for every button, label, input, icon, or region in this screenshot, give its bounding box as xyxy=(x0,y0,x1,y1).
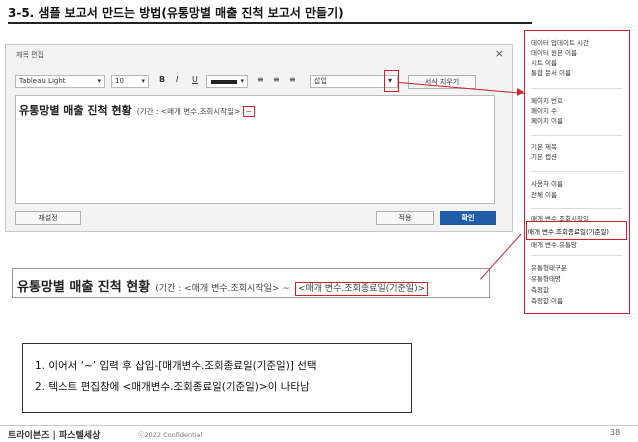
editor-content: 유통망별 매출 진척 현황 (기간 : <매개 변수.조회시작일> ~ xyxy=(19,99,255,118)
menu-item-default-caption[interactable]: 기본 캡션 xyxy=(531,151,557,161)
insert-label: 삽입 xyxy=(314,77,327,85)
align-left-icon[interactable]: ≡ xyxy=(257,75,264,84)
note-step-1: 1. 이어서 ‘~’ 입력 후 삽입-[매개변수.조회종료일(기준일)] 선택 xyxy=(35,360,317,372)
font-size-select[interactable]: 10 ▾ xyxy=(111,75,149,88)
title-editor[interactable]: 유통망별 매출 진척 현황 (기간 : <매개 변수.조회시작일> ~ xyxy=(15,95,495,204)
insert-menu: 데이터 업데이트 시간 데이터 원본 이름 시트 이름 통합 문서 이름 페이지… xyxy=(524,30,630,314)
chevron-down-icon[interactable]: ▾ xyxy=(388,76,392,85)
note-step-2: 2. 텍스트 편집창에 <매개변수.조회종료일(기준일)>이 나타남 xyxy=(35,381,310,393)
menu-item-user-name[interactable]: 사용자 이름 xyxy=(531,178,563,188)
preview-period-text: (기간 : <매개 변수.조회시작일> ~ xyxy=(155,284,290,294)
underline-button[interactable]: U xyxy=(192,75,198,84)
connector-line xyxy=(480,233,522,280)
menu-item-data-update-time[interactable]: 데이터 업데이트 시간 xyxy=(531,37,589,47)
result-title-preview: 유통망별 매출 진척 현황 (기간 : <매개 변수.조회시작일> ~ <매개 … xyxy=(12,268,490,298)
menu-item-measure-values[interactable]: 측정값 xyxy=(531,284,549,294)
title-divider xyxy=(8,22,532,24)
font-color-swatch xyxy=(211,80,237,84)
menu-item-workbook-name[interactable]: 통합 문서 이름 xyxy=(531,67,571,77)
menu-divider xyxy=(531,135,623,136)
preview-content: 유통망별 매출 진척 현황 (기간 : <매개 변수.조회시작일> ~ <매개 … xyxy=(17,276,429,296)
close-icon[interactable]: × xyxy=(495,47,504,60)
footer-divider xyxy=(0,425,638,426)
menu-divider xyxy=(531,208,623,209)
slide-title: 3-5. 샘플 보고서 만드는 방법(유통망별 매출 진척 보고서 만들기) xyxy=(8,6,344,20)
menu-item-default-title[interactable]: 기본 제목 xyxy=(531,141,557,151)
editor-period-text: (기간 : <매개 변수.조회시작일> xyxy=(136,107,243,116)
italic-button[interactable]: I xyxy=(176,75,178,84)
arrow-head-icon xyxy=(517,88,524,96)
menu-item-param-channel[interactable]: 매개 변수.유통망 xyxy=(531,239,577,249)
menu-item-channel-type-name[interactable]: 유통형태명 xyxy=(531,273,561,283)
edit-title-dialog: 제목 편집 × Tableau Light ▾ 10 ▾ B I U ▾ ≡ ≡… xyxy=(5,44,513,232)
font-family-select[interactable]: Tableau Light ▾ xyxy=(15,75,105,88)
menu-item-page-count[interactable]: 페이지 수 xyxy=(531,105,557,115)
reset-button[interactable]: 재설정 xyxy=(15,211,81,225)
copyright-text: ⓒ2022 Confidential xyxy=(138,431,203,439)
ok-button[interactable]: 확인 xyxy=(440,211,496,225)
tilde-highlight: ~ xyxy=(242,106,255,117)
dialog-title: 제목 편집 xyxy=(16,51,44,59)
brand-logo: 트라이븐즈 | 파스텔세상 xyxy=(8,431,101,441)
font-family-value: Tableau Light xyxy=(19,77,66,85)
chevron-down-icon: ▾ xyxy=(97,77,101,85)
editor-main-text: 유통망별 매출 진척 현황 xyxy=(19,104,132,117)
chevron-down-icon: ▾ xyxy=(141,77,145,85)
preview-end-date-highlight: <매개 변수.조회종료일(기준일)> xyxy=(294,282,429,296)
apply-button[interactable]: 적용 xyxy=(376,211,434,225)
menu-item-channel-type[interactable]: 유통형태구분 xyxy=(531,262,567,272)
align-center-icon[interactable]: ≡ xyxy=(273,75,280,84)
chevron-down-icon: ▾ xyxy=(240,77,244,85)
menu-item-data-source-name[interactable]: 데이터 원본 이름 xyxy=(531,47,577,57)
menu-item-measure-names[interactable]: 측정값 이름 xyxy=(531,295,563,305)
menu-divider xyxy=(531,255,623,256)
bold-button[interactable]: B xyxy=(159,75,165,84)
menu-divider xyxy=(531,88,623,89)
insert-dropdown-highlight: ▾ xyxy=(384,70,399,92)
menu-item-sheet-name[interactable]: 시트 이름 xyxy=(531,57,557,67)
preview-main-text: 유통망별 매출 진척 현황 xyxy=(17,280,151,295)
menu-item-page-name[interactable]: 페이지 이름 xyxy=(531,115,563,125)
font-color-select[interactable]: ▾ xyxy=(206,75,248,88)
menu-item-page-number[interactable]: 페이지 번호 xyxy=(531,95,563,105)
align-right-icon[interactable]: ≡ xyxy=(289,75,296,84)
page-number: 38 xyxy=(610,428,621,437)
menu-divider xyxy=(531,171,623,172)
menu-item-param-end-date[interactable]: 매개 변수.조회종료일(기준일) xyxy=(528,226,609,236)
instruction-note: 1. 이어서 ‘~’ 입력 후 삽입-[매개변수.조회종료일(기준일)] 선택 … xyxy=(22,343,412,413)
menu-item-full-name[interactable]: 전체 이름 xyxy=(531,189,557,199)
font-size-value: 10 xyxy=(115,77,124,85)
